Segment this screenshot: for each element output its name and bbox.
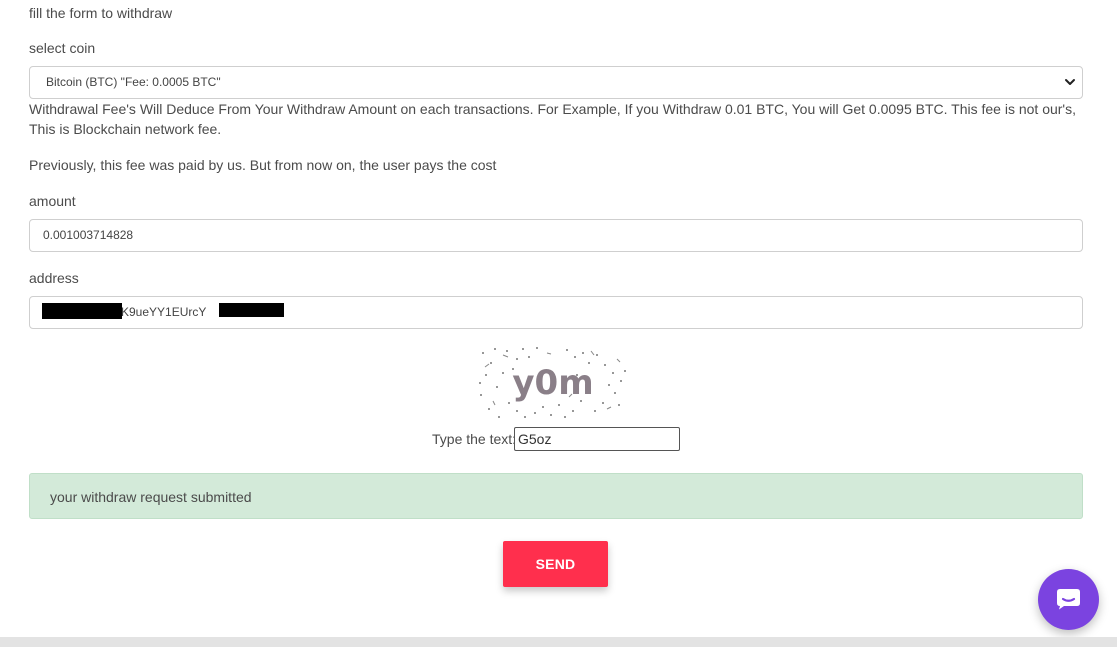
amount-value: 0.001003714828: [43, 228, 134, 242]
address-input[interactable]: K9ueYY1EUrcY: [29, 296, 1083, 329]
address-value: K9ueYY1EUrcY: [121, 305, 207, 319]
redaction-block: [42, 303, 122, 319]
chat-bubble-icon: [1057, 589, 1080, 610]
coin-select-value: Bitcoin (BTC) "Fee: 0.0005 BTC": [46, 75, 221, 89]
captcha-text: y0m: [512, 363, 593, 403]
coin-select[interactable]: Bitcoin (BTC) "Fee: 0.0005 BTC": [29, 66, 1083, 99]
fee-history-text: Previously, this fee was paid by us. But…: [29, 157, 497, 173]
coin-select-label: select coin: [29, 40, 96, 56]
captcha-image: y0m: [477, 345, 629, 421]
send-button[interactable]: SEND: [503, 541, 608, 587]
chevron-down-icon: [1064, 76, 1076, 88]
redaction-block: [219, 303, 284, 317]
amount-label: amount: [29, 193, 76, 209]
captcha-prompt-label: Type the text:: [432, 431, 517, 447]
form-intro-text: fill the form to withdraw: [29, 5, 173, 21]
chat-widget-button[interactable]: [1038, 569, 1099, 630]
address-label: address: [29, 270, 79, 286]
fee-notice-text: Withdrawal Fee's Will Deduce From Your W…: [29, 101, 1076, 137]
success-alert: your withdraw request submitted: [29, 473, 1083, 519]
page-bottom-bar: [0, 637, 1117, 647]
captcha-input[interactable]: G5oz: [514, 427, 680, 451]
amount-input[interactable]: 0.001003714828: [29, 219, 1083, 252]
alert-message: your withdraw request submitted: [50, 489, 252, 505]
